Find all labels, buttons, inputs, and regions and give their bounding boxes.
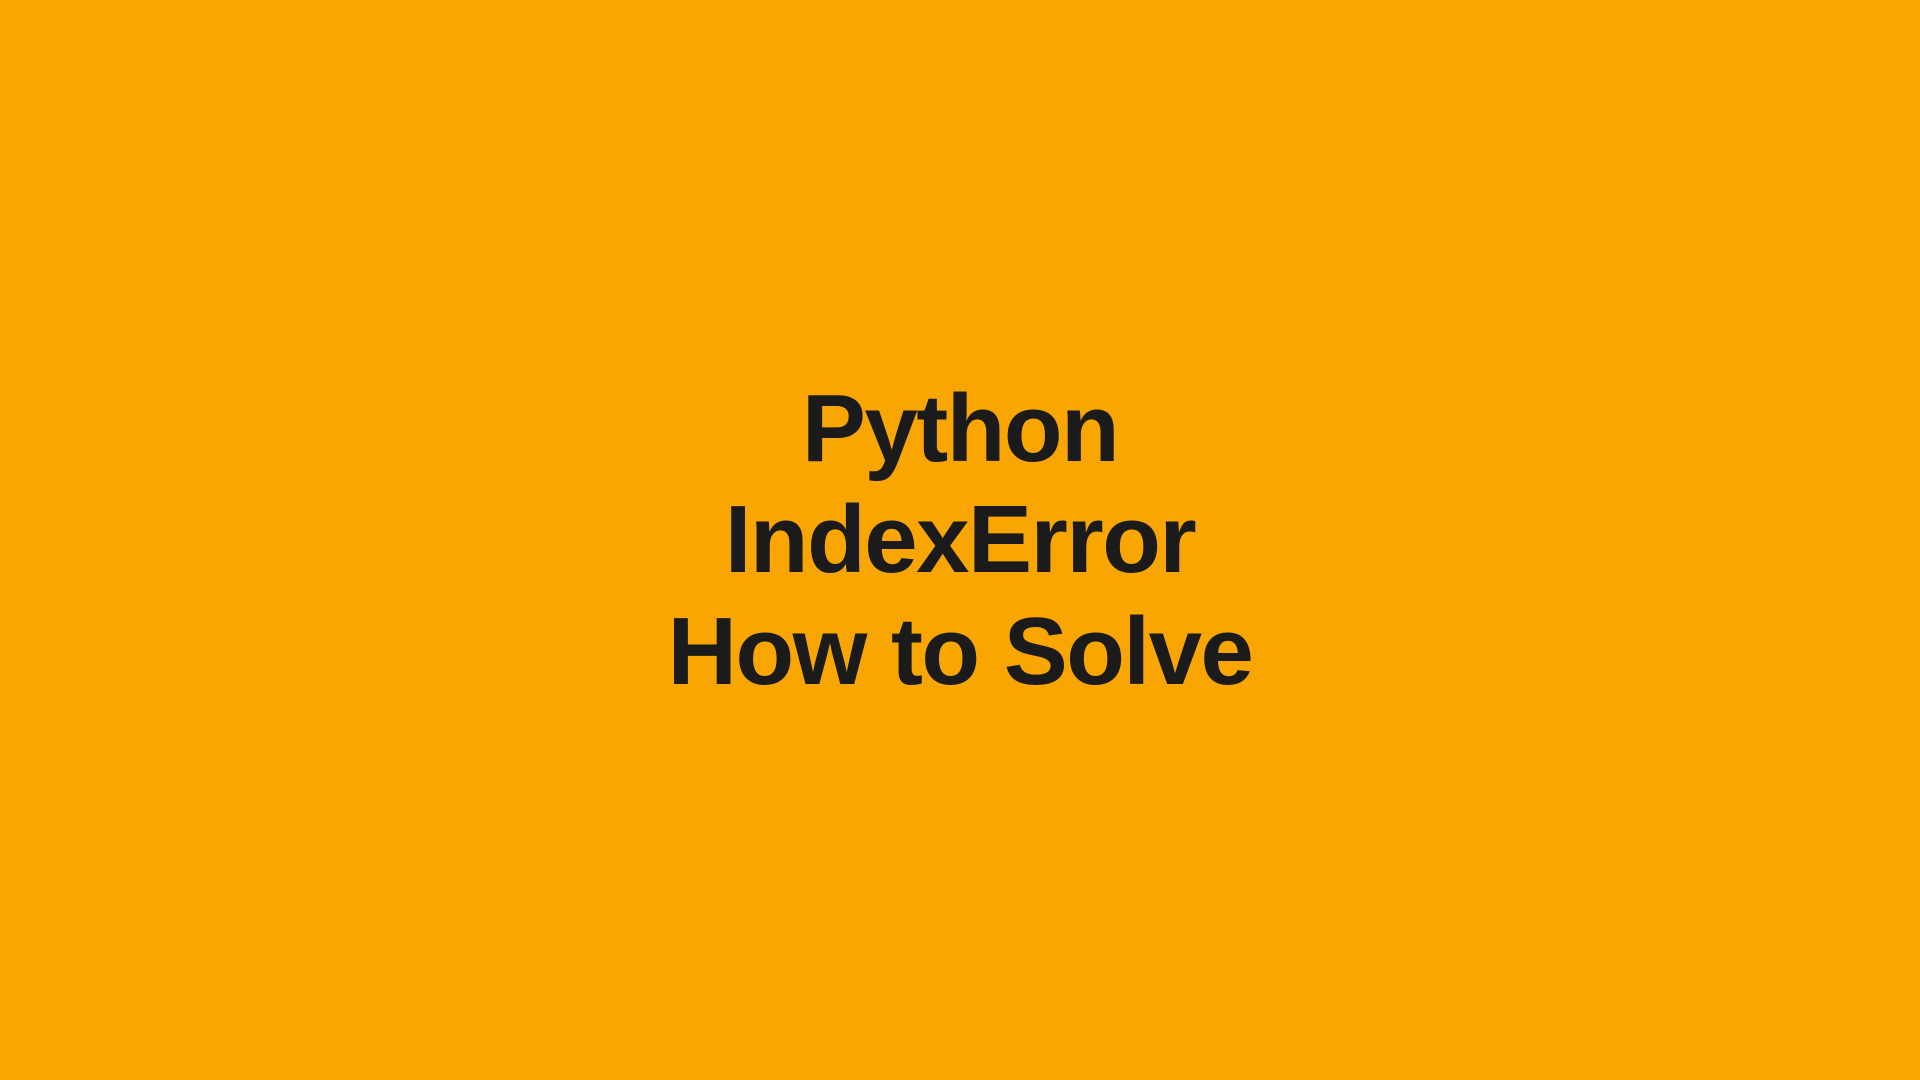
title-line-2: IndexError (668, 484, 1253, 595)
title-line-1: Python (668, 373, 1253, 484)
title-line-3: How to Solve (668, 596, 1253, 707)
title-block: Python IndexError How to Solve (668, 373, 1253, 707)
